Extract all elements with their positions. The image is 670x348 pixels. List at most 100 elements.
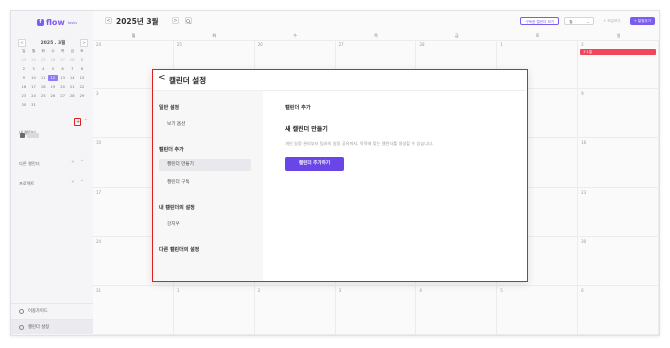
day-cell[interactable]: 3	[335, 285, 417, 335]
mini-calendar-day[interactable]: 13	[58, 75, 68, 81]
mini-calendar-day[interactable]: 11	[38, 75, 48, 81]
other-calendar-label[interactable]: 다른 캘린더	[19, 161, 40, 167]
project-actions[interactable]: + ^	[71, 180, 86, 185]
mini-calendar-day[interactable]: 18	[38, 84, 48, 90]
mini-calendar-day[interactable]: 3	[29, 66, 39, 72]
mini-calendar-day[interactable]: 27	[58, 93, 68, 99]
mini-calendar-day[interactable]: 26	[48, 93, 58, 99]
mini-calendar-next-button[interactable]: >	[80, 39, 88, 47]
day-cell[interactable]: 2	[254, 285, 336, 335]
next-month-button[interactable]: >	[172, 17, 179, 24]
view-select[interactable]: 월 ⌄	[564, 17, 595, 25]
calendar-settings-label: 캘린더 설정	[28, 325, 50, 330]
mini-calendar-day[interactable]: 5	[48, 66, 58, 72]
mini-calendar-day[interactable]: 28	[67, 93, 77, 99]
day-cell[interactable]: 16	[578, 138, 659, 188]
prev-month-button[interactable]: <	[105, 17, 112, 24]
day-cell[interactable]: 9	[578, 89, 659, 139]
mini-calendar-day[interactable]: 14	[67, 75, 77, 81]
my-calendar-collapse-icon[interactable]: ^	[84, 119, 88, 124]
calendar-settings-link[interactable]: 캘린더 설정	[11, 319, 93, 334]
mini-calendar-day[interactable]: 15	[77, 75, 87, 81]
day-cell[interactable]: 5	[497, 285, 579, 335]
weekday-label: 목	[374, 33, 378, 38]
add-calendar-button[interactable]: +	[74, 118, 81, 126]
sidebar: f flow tasks < 2025 . 3월 > 일 월 화 수 목 금 토 23 24 25…	[11, 11, 94, 335]
day-number: 17	[96, 189, 102, 195]
mini-calendar-day[interactable]: 17	[29, 84, 39, 90]
mini-calendar-day[interactable]: 23	[19, 57, 29, 63]
other-calendar-actions[interactable]: + ^	[71, 160, 86, 165]
mini-calendar-day[interactable]: 26	[48, 57, 58, 63]
search-button[interactable]	[185, 17, 192, 24]
day-cell[interactable]: 31	[93, 285, 174, 335]
nav-header-general: 일반 설정	[159, 105, 180, 111]
nav-item-my-calendar[interactable]: 강지우	[159, 219, 251, 231]
nav-header-other-calendar[interactable]: 다른 캘린더의 설정	[159, 246, 199, 253]
mini-calendar-day[interactable]: 6	[58, 66, 68, 72]
mini-calendar-day[interactable]: 23	[19, 93, 29, 99]
mini-calendar-day[interactable]: 12	[48, 75, 58, 81]
mini-calendar-day[interactable]: 31	[29, 102, 39, 108]
show-more-button[interactable]: + 모임보기	[599, 17, 624, 25]
nav-item-view-options[interactable]: 보기 옵션	[159, 119, 251, 131]
mini-calendar-day[interactable]: 25	[38, 93, 48, 99]
modal-header: < 캘린더 설정	[153, 70, 526, 91]
usage-guide-link[interactable]: 이용가이드	[11, 303, 93, 318]
mini-calendar-day[interactable]: 28	[67, 57, 77, 63]
weekday-label: 토	[535, 33, 540, 38]
section-description: 개인 일정 관리부터 팀과의 일정 공유까지, 목적에 맞는 캘린더를 생성할 …	[285, 141, 434, 146]
day-number: 2	[581, 42, 584, 47]
day-number: 4	[419, 287, 422, 293]
day-cell[interactable]: 2 3·1절	[578, 40, 659, 90]
day-cell[interactable]: 1	[173, 285, 255, 335]
add-calendar-submit-button[interactable]: 캘린더 추가하기	[285, 157, 344, 171]
nav-item-create-calendar[interactable]: 캘린더 만들기	[159, 159, 251, 171]
section-subtitle: 새 캘린더 만들기	[285, 126, 328, 133]
mini-calendar-day[interactable]: 9	[19, 75, 29, 81]
day-number: 31	[96, 287, 102, 293]
mini-calendar-day[interactable]: 29	[77, 93, 87, 99]
day-number: 23	[581, 189, 587, 195]
calendar-name-pill[interactable]	[27, 133, 39, 138]
mini-calendar-day[interactable]: 21	[67, 84, 77, 90]
mini-calendar-day[interactable]: 24	[29, 57, 39, 63]
add-icon: +	[76, 119, 81, 125]
day-cell[interactable]: 4	[416, 285, 498, 335]
nav-item-subscribe-calendar[interactable]: 캘린더 구독	[159, 177, 251, 189]
mini-calendar-header: < 2025 . 3월 >	[18, 39, 88, 47]
mini-calendar-day[interactable]: 16	[19, 84, 29, 90]
holiday-event[interactable]: 3·1절	[580, 49, 656, 55]
day-cell[interactable]: 30	[578, 236, 659, 286]
mini-calendar-day[interactable]: 8	[77, 66, 87, 72]
mini-calendar-day[interactable]: 24	[29, 93, 39, 99]
day-cell[interactable]: 23	[578, 187, 659, 237]
mini-calendar-prev-button[interactable]: <	[18, 39, 26, 47]
mini-calendar-day[interactable]: 25	[38, 57, 48, 63]
day-number: 26	[257, 42, 263, 47]
mini-calendar-day[interactable]: 2	[19, 66, 29, 72]
mini-calendar-day[interactable]: 20	[58, 84, 68, 90]
mini-calendar-day[interactable]: 27	[58, 57, 68, 63]
mini-calendar-day[interactable]: 19	[48, 84, 58, 90]
mini-calendar-day[interactable]: 30	[19, 102, 29, 108]
day-cell[interactable]: 6	[578, 285, 659, 335]
subscribed-calendar-button[interactable]: 구독한 캘린더 보기	[520, 17, 560, 25]
mini-calendar-title[interactable]: 2025 . 3월	[26, 40, 80, 46]
day-number: 9	[581, 91, 584, 97]
day-number: 1	[500, 42, 503, 47]
mini-calendar-day[interactable]: 22	[77, 84, 87, 90]
calendar-checkbox[interactable]	[20, 133, 25, 138]
add-event-button[interactable]: + 일정추가	[629, 17, 655, 25]
mini-calendar-day[interactable]: 4	[38, 66, 48, 72]
mini-calendar-weekday: 월	[31, 49, 36, 53]
day-number: 2	[257, 287, 261, 293]
mini-calendar-day[interactable]: 1	[77, 57, 87, 63]
mini-calendar-day[interactable]: 10	[29, 75, 39, 81]
project-label[interactable]: 프로젝트	[19, 181, 34, 187]
day-number: 6	[581, 287, 584, 293]
mini-calendar-day[interactable]: 7	[67, 66, 77, 72]
logo-text: flow	[46, 18, 65, 27]
app-logo[interactable]: f flow tasks	[37, 18, 77, 27]
back-button[interactable]: <	[158, 73, 166, 83]
